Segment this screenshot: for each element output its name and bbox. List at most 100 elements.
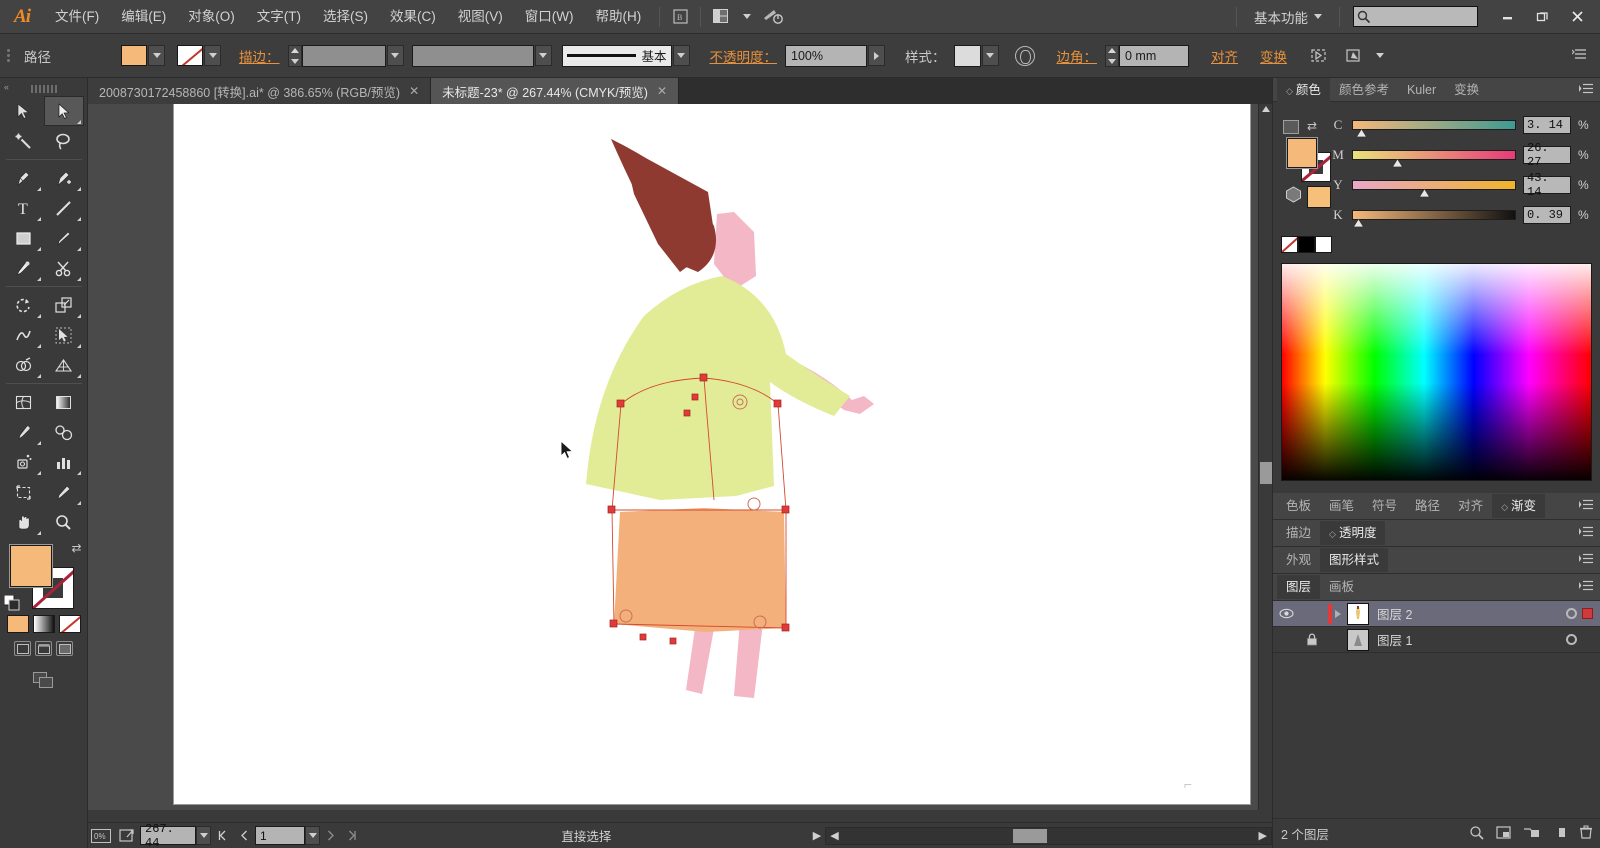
search-input[interactable] [1353, 6, 1478, 27]
close-icon[interactable]: ✕ [409, 84, 419, 98]
create-new-layer-icon[interactable] [1552, 825, 1567, 843]
toolbar-grip[interactable] [0, 78, 87, 96]
pen-tool[interactable] [4, 163, 44, 193]
canvas-area[interactable]: ⌐ [88, 104, 1272, 810]
zoom-dropdown-icon[interactable] [196, 826, 211, 845]
layer-row-1[interactable]: 图层 1 [1273, 627, 1600, 653]
lasso-tool[interactable] [44, 126, 84, 156]
tab-align[interactable]: 对齐 [1449, 494, 1492, 518]
fill-dropdown-icon[interactable] [148, 45, 165, 66]
menu-type[interactable]: 文字(T) [246, 0, 312, 34]
menu-select[interactable]: 选择(S) [312, 0, 379, 34]
tab-artboards[interactable]: 画板 [1320, 575, 1363, 599]
menu-file[interactable]: 文件(F) [44, 0, 110, 34]
artboard-nav-next[interactable] [326, 830, 335, 841]
swatch-none[interactable] [1281, 236, 1298, 253]
fill-color-control[interactable] [121, 45, 165, 66]
selection-tool[interactable] [4, 96, 44, 126]
layer-1-name[interactable]: 图层 1 [1377, 630, 1560, 649]
color-fill-button[interactable] [6, 615, 29, 633]
slider-k-value[interactable]: 0. 39 [1523, 206, 1571, 224]
artboard-nav-prev[interactable] [240, 830, 249, 841]
artboard-nav-last[interactable] [347, 830, 358, 841]
slider-y[interactable]: Y 43. 14 % [1331, 170, 1590, 200]
scroll-up-icon[interactable] [1262, 106, 1270, 112]
panel-menu-icon[interactable] [1579, 580, 1594, 594]
slider-c-knob[interactable] [1356, 129, 1368, 138]
change-screen-mode-icon[interactable] [32, 672, 55, 690]
horizontal-scroll-thumb[interactable] [1013, 828, 1048, 843]
tab-transparency[interactable]: ◇ 透明度 [1320, 521, 1386, 545]
tab-transform[interactable]: 变换 [1445, 78, 1488, 102]
scroll-left-icon[interactable]: ◀ [826, 829, 842, 842]
stroke-weight-stepper[interactable] [287, 44, 302, 67]
color-spectrum-picker[interactable] [1281, 263, 1592, 481]
stroke-color-control[interactable] [177, 45, 221, 66]
slider-m[interactable]: M 26. 27 % [1331, 140, 1590, 170]
stroke-swatch-none[interactable] [177, 45, 203, 66]
none-fill-button[interactable] [58, 615, 81, 633]
control-bar-grip[interactable] [4, 41, 13, 71]
gradient-fill-button[interactable] [32, 615, 55, 633]
fill-swatch[interactable] [121, 45, 147, 66]
artboard-navigation-icon[interactable]: 0% [88, 826, 114, 846]
layer-target-icon[interactable] [1560, 608, 1582, 619]
tab-swatches[interactable]: 色板 [1277, 494, 1320, 518]
blend-tool[interactable] [44, 417, 84, 447]
chevron-down-icon[interactable] [734, 6, 760, 28]
rectangle-tool[interactable] [4, 223, 44, 253]
slider-y-track[interactable] [1352, 180, 1516, 198]
panel-menu-icon[interactable] [1579, 526, 1594, 540]
corner-radius-control[interactable]: 0 mm [1105, 44, 1189, 67]
tab-brushes[interactable]: 画笔 [1320, 494, 1363, 518]
graphic-style-control[interactable] [953, 44, 999, 67]
draw-mode-icon[interactable] [1341, 45, 1367, 67]
document-tab-1[interactable]: 2008730172458860 [转换].ai* @ 386.65% (RGB… [88, 78, 432, 104]
draw-mode-chevron-icon[interactable] [1367, 45, 1393, 67]
slider-k-knob[interactable] [1353, 219, 1364, 228]
minimize-button[interactable] [1490, 4, 1524, 30]
symbol-sprayer-tool[interactable] [4, 447, 44, 477]
gradient-tool[interactable] [44, 387, 84, 417]
tab-appearance[interactable]: 外观 [1277, 548, 1320, 572]
vertical-scroll-thumb[interactable] [1260, 462, 1272, 484]
brush-definition-control[interactable]: 基本 [561, 44, 690, 67]
artboard-tool[interactable] [4, 477, 44, 507]
artboard-dropdown-icon[interactable] [305, 826, 320, 845]
layer-2-name[interactable]: 图层 2 [1377, 604, 1560, 623]
corner-label[interactable]: 边角： [1049, 46, 1106, 66]
isolate-selected-object-icon[interactable] [1305, 45, 1331, 67]
swap-fill-stroke-icon[interactable]: ⇄ [1307, 119, 1317, 133]
zoom-level-input[interactable]: 267. 44 [140, 822, 196, 848]
document-tab-2[interactable]: 未标题-23* @ 267.44% (CMYK/预览) ✕ [431, 78, 679, 104]
artboard[interactable]: ⌐ [174, 104, 1250, 804]
menu-edit[interactable]: 编辑(E) [110, 0, 177, 34]
align-button[interactable]: 对齐 [1203, 46, 1246, 66]
stroke-weight-input[interactable] [301, 44, 386, 67]
stroke-profile-input[interactable] [411, 44, 534, 67]
graphic-style-dropdown-icon[interactable] [981, 45, 999, 66]
brush-dropdown-icon[interactable] [672, 45, 690, 66]
fill-stroke-toggle-icon[interactable] [1283, 120, 1299, 134]
full-screen-menu-mode-icon[interactable] [35, 641, 52, 656]
slider-m-value[interactable]: 26. 27 [1523, 141, 1571, 169]
slider-k[interactable]: K 0. 39 % [1331, 200, 1590, 230]
slider-c[interactable]: C 3. 14 % [1331, 110, 1590, 140]
panel-menu-icon[interactable] [1579, 499, 1594, 513]
current-color-swatch[interactable] [1307, 186, 1331, 208]
stroke-weight-control[interactable] [287, 44, 404, 67]
opacity-dropdown-icon[interactable] [868, 45, 885, 66]
transform-button[interactable]: 变换 [1252, 46, 1295, 66]
slider-m-track[interactable] [1352, 150, 1516, 168]
opacity-input[interactable]: 100% [785, 44, 867, 67]
horizontal-scrollbar[interactable]: ◀ ▶ [825, 826, 1272, 845]
swap-fill-stroke-icon[interactable]: ⇄ [71, 541, 81, 555]
default-fill-stroke-icon[interactable] [3, 594, 20, 611]
locate-object-icon[interactable] [1469, 825, 1484, 843]
layer-row-2[interactable]: 图层 2 [1273, 601, 1600, 627]
menu-object[interactable]: 对象(O) [177, 0, 246, 34]
close-button[interactable] [1560, 4, 1594, 30]
hand-tool[interactable] [4, 507, 44, 537]
stroke-dropdown-icon[interactable] [204, 45, 221, 66]
color-fill-swatch[interactable] [1286, 137, 1318, 169]
